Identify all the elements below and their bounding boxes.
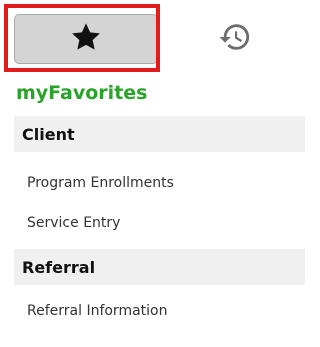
page-title: myFavorites [16, 82, 148, 104]
section-header-referral: Referral [14, 249, 305, 285]
favorites-panel: myFavorites Client Program Enrollments S… [0, 0, 305, 347]
favorite-link-program-enrollments[interactable]: Program Enrollments [27, 174, 174, 192]
selection-highlight [4, 4, 160, 72]
favorite-link-service-entry[interactable]: Service Entry [27, 214, 120, 232]
history-icon [218, 20, 252, 58]
favorite-link-referral-information[interactable]: Referral Information [27, 302, 167, 320]
section-header-client: Client [14, 116, 305, 152]
history-tab[interactable] [190, 14, 280, 64]
